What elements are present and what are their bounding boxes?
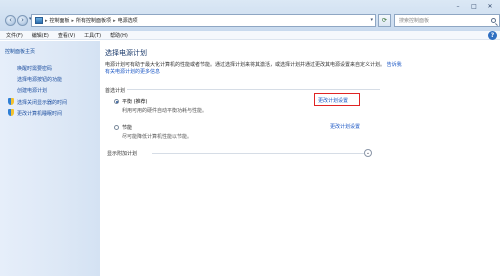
preferred-plans-label: 首选计划 [105,88,126,94]
sidebar-item-require-password[interactable]: 唤醒时需要密码 [17,65,52,72]
address-field[interactable]: ▸ 控制面板 ▸ 所有控制面板项 ▸ 电源选项 ▾ [31,14,376,27]
plan-power-saver-radio[interactable] [114,125,119,130]
minimize-button[interactable]: – [452,2,464,10]
plan-power-saver-name[interactable]: 节能 [122,124,132,131]
sidebar-item-power-button[interactable]: 选择电源按钮的功能 [17,76,62,83]
menu-tools[interactable]: 工具(T) [84,32,101,39]
plan-balanced-change-settings-link[interactable]: 更改计划设置 [318,97,348,104]
breadcrumb-control-panel[interactable]: 控制面板 [50,17,70,24]
breadcrumb-separator-icon[interactable]: ▸ [72,18,75,24]
expand-button[interactable]: ⌄ [364,149,372,157]
breadcrumb-separator-icon[interactable]: ▸ [45,18,48,24]
menu-bar: 文件(F) 编辑(E) 查看(V) 工具(T) 帮助(H) [0,31,500,40]
description-text: 电源计划可有助于最大化计算机的性能或者节能。通过选择计划来将其激活，或选择计划并… [105,62,386,68]
plan-balanced-description: 利用可用的硬件自动平衡功耗与性能。 [122,108,208,114]
menu-edit[interactable]: 编辑(E) [32,32,49,39]
main-content [100,41,500,276]
forward-arrow-icon: › [21,16,24,24]
menu-view[interactable]: 查看(V) [58,32,75,39]
sidebar-control-panel-home[interactable]: 控制面板主页 [5,48,35,55]
breadcrumb-separator-icon[interactable]: ▸ [113,18,116,24]
close-button[interactable]: ✕ [484,2,496,10]
show-additional-plans-label[interactable]: 显示附加计划 [107,150,137,157]
refresh-button[interactable]: ⟳ [378,14,391,27]
menu-file[interactable]: 文件(F) [6,32,23,39]
menu-help[interactable]: 帮助(H) [110,32,128,39]
page-description: 电源计划可有助于最大化计算机的性能或者节能。通过选择计划来将其激活，或选择计划并… [105,62,405,76]
section-divider [152,153,364,154]
search-placeholder: 搜索控制面板 [399,18,430,24]
help-icon[interactable]: ? [488,31,497,40]
shield-icon [8,98,14,105]
plan-power-saver-description: 尽可能降低计算机性能以节能。 [122,134,193,140]
breadcrumb-all-items[interactable]: 所有控制面板项 [76,17,111,24]
chevron-down-icon: ⌄ [365,150,371,156]
sidebar: 控制面板主页 唤醒时需要密码 选择电源按钮的功能 创建电源计划 选择关闭显示器的… [0,41,100,276]
sidebar-item-sleep-time[interactable]: 更改计算机睡眠时间 [17,110,62,117]
search-icon[interactable] [491,18,496,23]
breadcrumb-power-options[interactable]: 电源选项 [118,17,138,24]
maximize-button[interactable]: □ [468,2,480,10]
shield-icon [8,109,14,116]
sidebar-item-create-plan[interactable]: 创建电源计划 [17,87,47,94]
back-button[interactable]: ‹ [5,15,16,26]
control-panel-icon [35,17,43,24]
plan-balanced-radio[interactable] [114,99,119,104]
search-input[interactable]: 搜索控制面板 [394,14,500,27]
refresh-icon: ⟳ [381,17,388,24]
sidebar-item-display-off[interactable]: 选择关闭显示器的时间 [17,99,67,106]
plan-power-saver-change-settings-link[interactable]: 更改计划设置 [330,123,360,130]
chevron-down-icon[interactable]: ▾ [370,17,373,23]
forward-button[interactable]: › [17,15,28,26]
page-title: 选择电源计划 [105,49,147,57]
back-arrow-icon: ‹ [9,16,12,24]
plan-balanced-name[interactable]: 平衡 (推荐) [122,98,148,105]
group-divider [127,89,380,90]
